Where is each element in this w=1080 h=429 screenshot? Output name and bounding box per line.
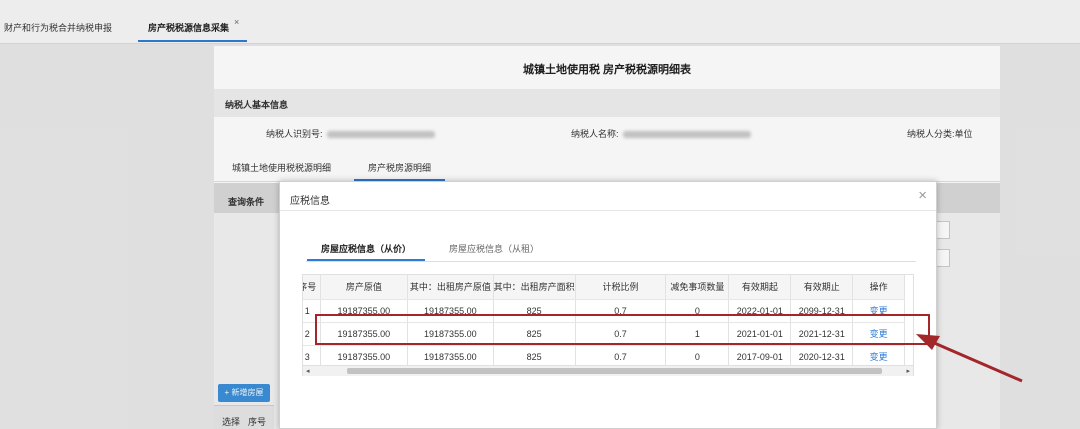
taxable-info-grid: 序号 房产原值 其中：出租房产原值 其中：出租房产面积 计税比例 减免事项数量 … (302, 274, 914, 376)
cell-end: 2099-12-31 (790, 299, 854, 323)
table-row: 1 19187355.00 19187355.00 825 0.7 0 2022… (303, 299, 905, 323)
taxable-info-table: 序号 房产原值 其中：出租房产原值 其中：出租房产面积 计税比例 减免事项数量 … (303, 275, 905, 369)
cell-rent-area: 825 (493, 299, 576, 323)
modal-title: 应税信息 (290, 196, 330, 207)
cell-value: 19187355.00 (320, 299, 409, 323)
taxpayer-name-field: 纳税人名称: (571, 127, 751, 140)
taxpayer-type-value: 单位 (954, 129, 973, 139)
col-header-relief: 减免事项数量 (665, 275, 730, 300)
close-icon[interactable]: × (918, 187, 927, 204)
section-title: 纳税人基本信息 (225, 100, 289, 110)
modal-title-divider (280, 210, 936, 211)
tab-rent-based[interactable]: 房屋应税信息（从租） (449, 242, 539, 255)
cell-ratio: 0.7 (575, 322, 667, 346)
section-header: 纳税人基本信息 (214, 89, 1000, 117)
form-title: 城镇土地使用税 房产税税源明细表 (522, 64, 692, 76)
cell-rent-area: 825 (493, 322, 576, 346)
scroll-right-icon[interactable]: ▸ (906, 367, 910, 375)
subtab-land-use-tax[interactable]: 城镇土地使用税税源明细 (232, 161, 331, 174)
cell-value: 19187355.00 (320, 322, 409, 346)
cell-rent-value: 19187355.00 (407, 322, 494, 346)
col-seq: 序号 (248, 417, 267, 427)
taxpayer-name-label: 纳税人名称: (571, 129, 619, 139)
col-header-value: 房产原值 (320, 275, 409, 300)
cell-ratio: 0.7 (575, 299, 667, 323)
taxpayer-type-label: 纳税人分类: (907, 129, 955, 139)
cell-relief: 1 (665, 322, 730, 346)
house-list-header: 选择 序号 (214, 405, 274, 429)
col-header-start: 有效期起 (728, 275, 792, 300)
tab-close-icon[interactable]: × (234, 17, 239, 27)
cell-end: 2021-12-31 (790, 322, 854, 346)
cell-start: 2021-01-01 (728, 322, 792, 346)
cell-start: 2022-01-01 (728, 299, 792, 323)
col-header-end: 有效期止 (790, 275, 854, 300)
tab-combined-declaration[interactable]: 财产和行为税合并纳税申报 (4, 21, 112, 34)
tab-property-tax-collection[interactable]: 房产税税源信息采集 (137, 21, 248, 42)
col-header-rent-value: 其中：出租房产原值 (407, 275, 494, 300)
cell-rent-value: 19187355.00 (407, 299, 494, 323)
col-header-rent-area: 其中：出租房产面积 (493, 275, 576, 300)
taxpayer-type-field: 纳税人分类:单位 (907, 127, 973, 140)
cell-seq: 2 (303, 322, 321, 346)
tab-price-based[interactable]: 房屋应税信息（从价） (306, 242, 426, 261)
table-header-row: 序号 房产原值 其中：出租房产原值 其中：出租房产面积 计税比例 减免事项数量 … (303, 275, 905, 300)
add-house-button[interactable]: + 新增房屋 (218, 384, 270, 402)
col-header-ratio: 计税比例 (575, 275, 667, 300)
taxpayer-id-label: 纳税人识别号: (266, 129, 323, 139)
col-header-action: 操作 (852, 275, 905, 300)
top-tab-bar: 财产和行为税合并纳税申报 房产税税源信息采集 × (0, 0, 1080, 44)
cell-seq: 1 (303, 299, 321, 323)
change-link[interactable]: 变更 (852, 322, 905, 346)
cell-relief: 0 (665, 299, 730, 323)
subtab-property-tax[interactable]: 房产税房源明细 (353, 161, 446, 181)
change-link[interactable]: 变更 (852, 299, 905, 323)
taxpayer-id-field: 纳税人识别号: (266, 127, 435, 140)
horizontal-scrollbar[interactable]: ◂ ▸ (303, 365, 913, 376)
query-label: 查询条件 (228, 197, 265, 207)
col-header-seq: 序号 (303, 275, 321, 300)
modal-tab-divider (306, 261, 916, 262)
scrollbar-thumb[interactable] (347, 368, 882, 374)
taxpayer-name-redacted (622, 131, 751, 139)
scroll-left-icon[interactable]: ◂ (306, 367, 310, 375)
table-row: 2 19187355.00 19187355.00 825 0.7 1 2021… (303, 322, 905, 346)
taxpayer-id-redacted (326, 131, 435, 139)
col-select: 选择 (222, 417, 241, 427)
taxable-info-modal: 应税信息 × 房屋应税信息（从价） 房屋应税信息（从租） 序号 房产原值 其中：… (279, 181, 937, 429)
